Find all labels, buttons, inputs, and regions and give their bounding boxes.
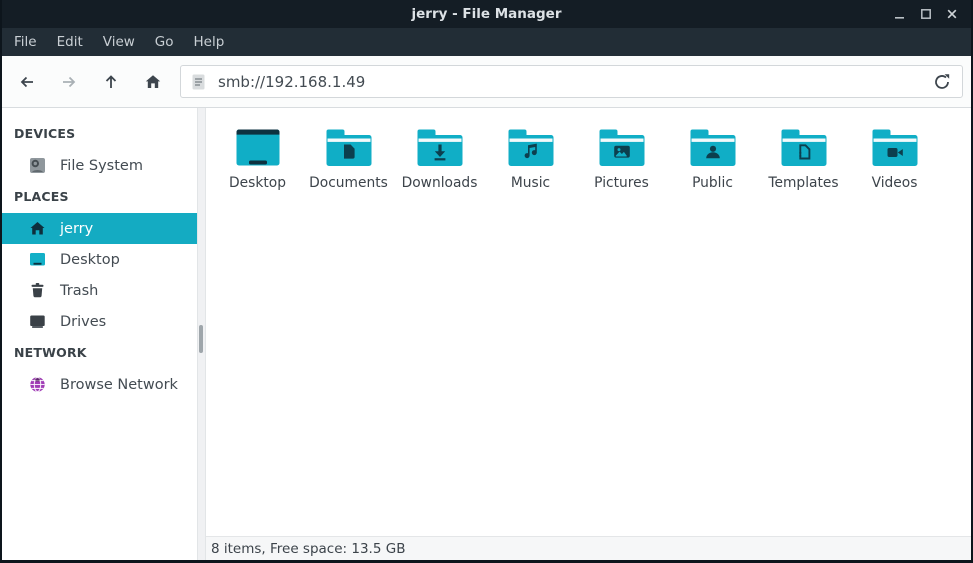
file-grid: Desktop Documents — [212, 118, 971, 191]
file-label: Templates — [768, 175, 838, 191]
menu-file[interactable]: File — [4, 29, 47, 55]
file-label: Downloads — [402, 175, 478, 191]
main-panel: Desktop Documents — [205, 108, 971, 560]
sidebar-item-desktop[interactable]: Desktop — [2, 244, 197, 275]
maximize-button[interactable] — [913, 2, 939, 26]
file-label: Music — [511, 175, 550, 191]
back-icon — [18, 73, 36, 91]
folder-music-icon — [507, 120, 555, 168]
menu-edit[interactable]: Edit — [47, 29, 93, 55]
file-label: Videos — [872, 175, 918, 191]
sidebar-item-label: File System — [60, 158, 143, 174]
sidebar-item-trash[interactable]: Trash — [2, 275, 197, 306]
toolbar: smb://192.168.1.49 — [2, 56, 971, 108]
sidebar-item-jerry[interactable]: jerry — [2, 213, 197, 244]
file-item-pictures[interactable]: Pictures — [576, 118, 667, 191]
menu-go[interactable]: Go — [145, 29, 184, 55]
home-icon — [144, 73, 162, 91]
folder-videos-icon — [871, 120, 919, 168]
home-button[interactable] — [132, 62, 174, 102]
file-item-public[interactable]: Public — [667, 118, 758, 191]
sidebar-item-label: Drives — [60, 314, 106, 330]
sidebar-item-label: jerry — [60, 221, 93, 237]
status-text: 8 items, Free space: 13.5 GB — [211, 541, 405, 557]
refresh-icon[interactable] — [932, 72, 952, 92]
sidebar-item-label: Desktop — [60, 252, 120, 268]
folder-documents-icon — [325, 120, 373, 168]
file-item-music[interactable]: Music — [485, 118, 576, 191]
file-item-documents[interactable]: Documents — [303, 118, 394, 191]
maximize-icon — [918, 6, 934, 22]
sidebar-item-label: Browse Network — [60, 377, 178, 393]
menubar: File Edit View Go Help — [2, 28, 971, 56]
close-button[interactable] — [939, 2, 965, 26]
trash-icon — [29, 282, 46, 299]
close-icon — [944, 6, 960, 22]
file-item-videos[interactable]: Videos — [849, 118, 940, 191]
folder-pictures-icon — [598, 120, 646, 168]
sidebar: DEVICES File System PLACES — [2, 108, 198, 560]
minimize-icon — [892, 6, 908, 22]
file-label: Public — [692, 175, 733, 191]
window-controls — [887, 0, 965, 28]
window-title: jerry - File Manager — [2, 6, 971, 22]
document-icon — [191, 73, 206, 91]
network-globe-icon — [29, 376, 46, 393]
file-item-templates[interactable]: Templates — [758, 118, 849, 191]
sidebar-item-browse-network[interactable]: Browse Network — [2, 369, 197, 400]
address-input[interactable]: smb://192.168.1.49 — [218, 73, 932, 91]
sidebar-header-places: PLACES — [2, 181, 197, 213]
sidebar-item-drives[interactable]: Drives — [2, 306, 197, 337]
drives-icon — [29, 313, 46, 330]
sidebar-item-file-system[interactable]: File System — [2, 150, 197, 181]
file-label: Pictures — [594, 175, 649, 191]
sidebar-divider — [198, 108, 205, 560]
file-label: Documents — [309, 175, 388, 191]
minimize-button[interactable] — [887, 2, 913, 26]
menu-help[interactable]: Help — [184, 29, 235, 55]
filesystem-icon — [29, 157, 46, 174]
file-item-downloads[interactable]: Downloads — [394, 118, 485, 191]
menu-view[interactable]: View — [93, 29, 145, 55]
file-item-desktop[interactable]: Desktop — [212, 118, 303, 191]
folder-templates-icon — [780, 120, 828, 168]
folder-public-icon — [689, 120, 737, 168]
up-icon — [102, 73, 120, 91]
address-bar[interactable]: smb://192.168.1.49 — [180, 65, 963, 98]
back-button[interactable] — [6, 62, 48, 102]
sidebar-header-devices: DEVICES — [2, 118, 197, 150]
desktop-icon — [29, 251, 46, 268]
desktop-display-icon — [234, 120, 282, 168]
file-view[interactable]: Desktop Documents — [206, 108, 971, 537]
forward-button[interactable] — [48, 62, 90, 102]
window-body: DEVICES File System PLACES — [2, 108, 971, 560]
up-button[interactable] — [90, 62, 132, 102]
titlebar[interactable]: jerry - File Manager — [2, 0, 971, 28]
statusbar: 8 items, Free space: 13.5 GB — [206, 537, 971, 560]
home-icon — [29, 220, 46, 237]
file-label: Desktop — [229, 175, 286, 191]
sidebar-scrollbar[interactable] — [199, 325, 203, 353]
sidebar-item-label: Trash — [60, 283, 98, 299]
file-manager-window: jerry - File Manager File Edit View Go H… — [0, 0, 973, 563]
folder-downloads-icon — [416, 120, 464, 168]
forward-icon — [60, 73, 78, 91]
sidebar-header-network: NETWORK — [2, 337, 197, 369]
